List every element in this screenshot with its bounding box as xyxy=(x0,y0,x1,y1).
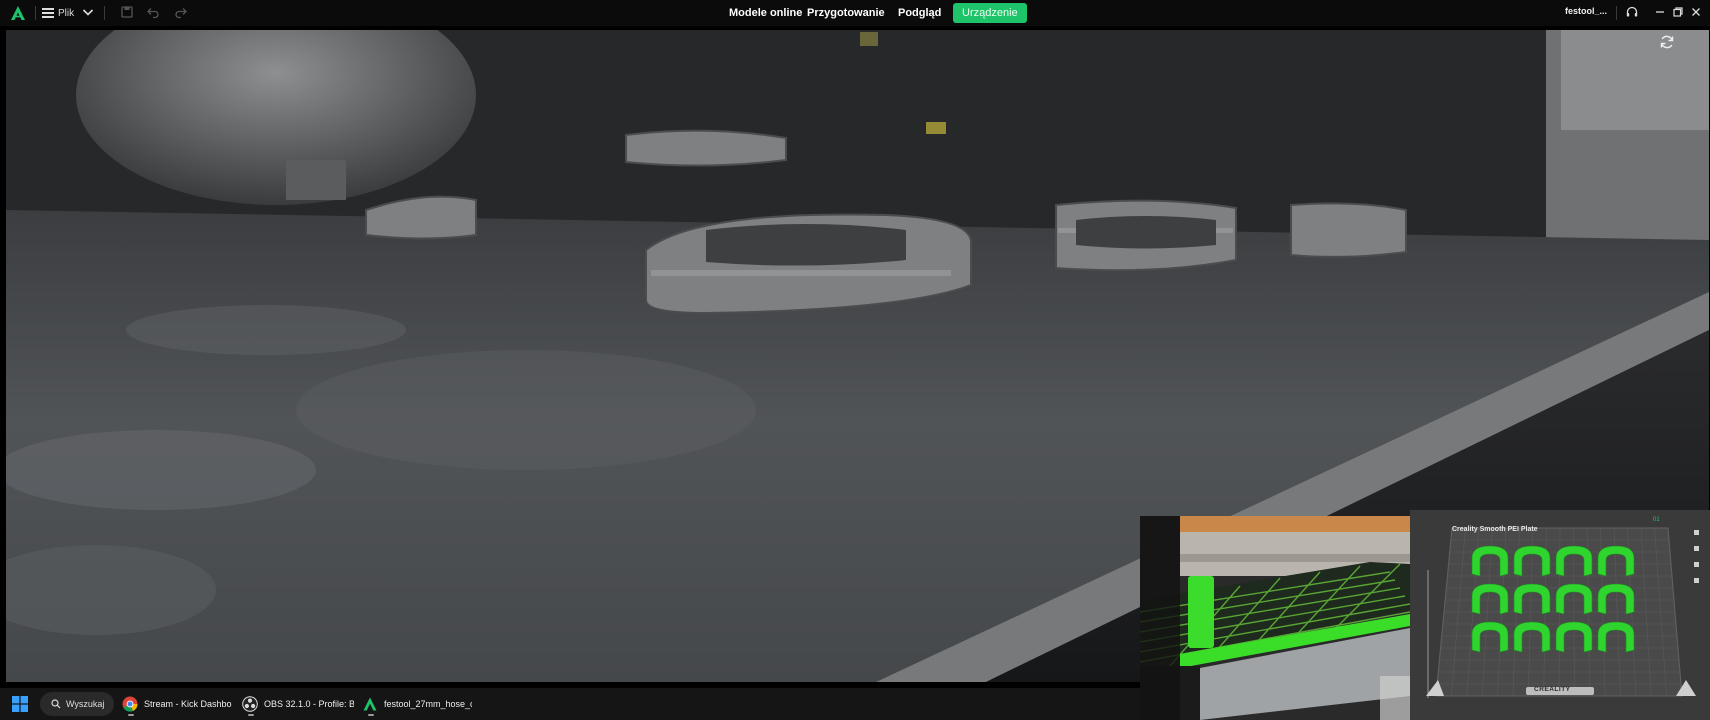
bed-preview-overlay: Creality Smooth PEI Plate 01 CREALITY xyxy=(1410,510,1710,720)
brand-label: CREALITY xyxy=(1534,686,1571,693)
save-icon[interactable] xyxy=(120,5,134,19)
divider xyxy=(1616,6,1617,20)
taskbar-app-label: festool_27mm_hose_cal xyxy=(384,699,472,709)
os-taskbar: Wyszukaj Stream - Kick Dashboar OBS 32.1… xyxy=(0,688,1140,720)
menu-icon xyxy=(42,7,54,19)
close-icon[interactable] xyxy=(1689,5,1703,19)
app-logo-icon[interactable] xyxy=(9,4,27,22)
headset-icon[interactable] xyxy=(1625,5,1639,19)
chevron-down-icon[interactable] xyxy=(81,5,95,19)
plate-name: Creality Smooth PEI Plate xyxy=(1452,526,1538,533)
tab-device[interactable]: Urządzenie xyxy=(953,3,1027,23)
tab-prepare[interactable]: Przygotowanie xyxy=(807,3,885,23)
divider xyxy=(35,6,36,20)
creality-icon xyxy=(363,697,377,711)
main-tabs: Modele online Przygotowanie Podgląd Urzą… xyxy=(0,0,1710,26)
tab-preview[interactable]: Podgląd xyxy=(898,3,941,23)
taskbar-app-chrome[interactable]: Stream - Kick Dashboar xyxy=(122,692,232,716)
refresh-icon[interactable] xyxy=(1659,34,1675,50)
taskbar-search[interactable]: Wyszukaj xyxy=(40,692,114,716)
file-menu-label: Plik xyxy=(58,7,75,19)
search-icon xyxy=(51,699,61,709)
taskbar-app-label: Stream - Kick Dashboar xyxy=(144,699,232,709)
search-label: Wyszukaj xyxy=(66,699,105,709)
file-menu-button[interactable]: Plik xyxy=(42,4,74,22)
redo-icon[interactable] xyxy=(174,5,188,19)
project-name[interactable]: festool_... xyxy=(1565,6,1607,16)
taskbar-app-creality[interactable]: festool_27mm_hose_cal xyxy=(362,692,472,716)
windows-start-icon[interactable] xyxy=(12,696,28,712)
plate-number: 01 xyxy=(1653,517,1660,523)
taskbar-app-label: OBS 32.1.0 - Profile: Bez xyxy=(264,699,354,709)
taskbar-app-obs[interactable]: OBS 32.1.0 - Profile: Bez xyxy=(242,692,354,716)
tab-online-models[interactable]: Modele online xyxy=(729,3,802,23)
chrome-icon xyxy=(122,696,138,712)
restore-icon[interactable] xyxy=(1671,5,1685,19)
undo-icon[interactable] xyxy=(146,5,160,19)
title-bar: Plik Modele online Przygotowanie Podgląd… xyxy=(0,0,1710,26)
webcam-overlay xyxy=(1140,516,1410,720)
minimize-icon[interactable] xyxy=(1653,5,1667,19)
obs-icon xyxy=(242,696,258,712)
webcam-image xyxy=(1140,516,1410,720)
divider xyxy=(104,6,105,20)
